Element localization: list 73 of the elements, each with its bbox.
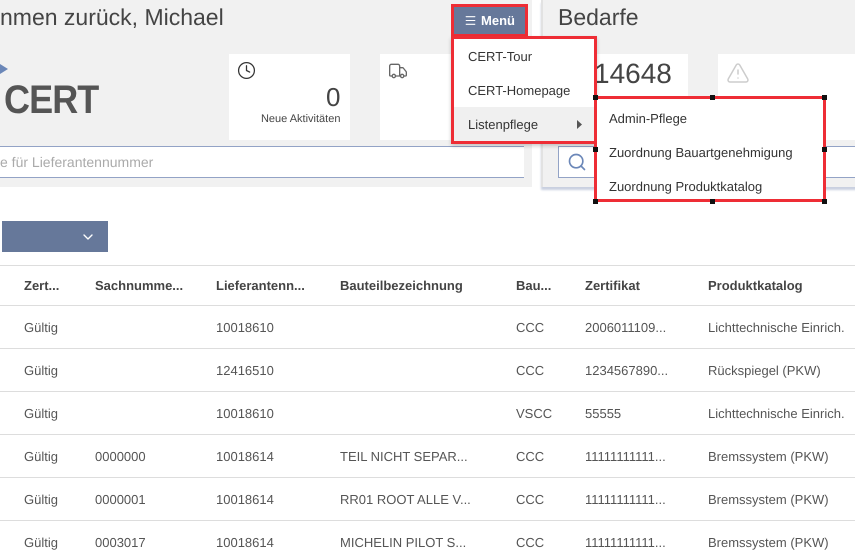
table-cell: CCC (516, 320, 544, 334)
table-cell: Gültig (24, 492, 58, 506)
table-cell: Gültig (24, 406, 58, 420)
search-field[interactable]: e für Lieferantennummer (0, 146, 524, 178)
column-header[interactable]: Bauteilbezeichnung (340, 266, 516, 306)
table-cell: Lichttechnische Einrich. (708, 406, 845, 420)
table-cell: MICHELIN PILOT S... (340, 534, 466, 550)
menu-item[interactable]: CERT-Homepage (454, 73, 594, 107)
welcome-heading: nmen zurück, Michael (0, 4, 224, 32)
table-cell: CCC (516, 448, 544, 464)
menu-icon (464, 14, 478, 27)
table-cell: 2006011109... (585, 320, 666, 334)
table-cell: 0000001 (95, 492, 146, 506)
table-cell: Gültig (24, 320, 58, 334)
table-cell: 11111111111... (585, 492, 666, 506)
table-cell: CCC (516, 362, 544, 378)
table-cell: RR01 ROOT ALLE V... (340, 492, 471, 506)
tile-value: 14648 (594, 60, 673, 88)
column-header[interactable]: Zertifikat (585, 266, 708, 306)
panel-title: Bedarfe (558, 4, 640, 32)
warning-icon (726, 61, 750, 85)
selection-handle[interactable] (822, 95, 827, 100)
table-cell: 10018614 (216, 534, 274, 550)
selection-handle[interactable] (710, 199, 715, 204)
cert-logo: CERT (4, 78, 98, 123)
menu-item[interactable]: Listenpflege (454, 107, 594, 141)
truck-icon (388, 61, 408, 81)
search-icon (567, 152, 587, 172)
table-cell: 11111111111... (585, 534, 666, 550)
table-cell: 0000000 (95, 448, 146, 464)
column-header[interactable]: Lieferantenn... (216, 266, 340, 306)
column-header[interactable]: Produktkatalog (708, 266, 855, 306)
table-cell: 11111111111... (585, 448, 666, 464)
menu-item[interactable]: CERT-Tour (454, 39, 594, 73)
table-cell: Bremssystem (PKW) (708, 448, 829, 464)
selection-handle[interactable] (710, 95, 715, 100)
column-header[interactable]: Sachnumme... (95, 266, 216, 306)
table-cell: Lichttechnische Einrich. (708, 320, 845, 334)
table-cell: Gültig (24, 534, 58, 550)
table-cell: Rückspiegel (PKW) (708, 362, 821, 378)
table-cell: 12416510 (216, 362, 274, 378)
table-cell: Bremssystem (PKW) (708, 534, 829, 550)
dropdown-button[interactable] (2, 221, 108, 252)
table-cell: 0003017 (95, 534, 146, 550)
table-cell: 55555 (585, 406, 622, 420)
table-cell: 1234567890... (585, 362, 668, 378)
column-header[interactable]: Zert... (0, 266, 95, 306)
table-cell: Gültig (24, 362, 58, 378)
triangle-icon (0, 64, 8, 74)
selection-handle[interactable] (822, 199, 827, 204)
clock-icon (236, 61, 256, 80)
menu-item[interactable]: Zuordnung Bauartgenehmigung (597, 135, 823, 169)
table-cell: Bremssystem (PKW) (708, 492, 829, 506)
table-cell: TEIL NICHT SEPAR... (340, 448, 468, 464)
table-cell: 10018610 (216, 320, 274, 334)
selection-handle[interactable] (593, 95, 598, 100)
stat-tile[interactable]: 0 Neue Aktivitäten (228, 54, 350, 140)
table-cell: Gültig (24, 448, 58, 464)
menu-item[interactable]: Zuordnung Produktkatalog (597, 169, 823, 203)
table-cell: 10018610 (216, 406, 274, 420)
table-cell: VSCC (516, 406, 552, 420)
selection-handle[interactable] (593, 199, 598, 204)
tile-label: Neue Aktivitäten (260, 113, 340, 125)
table-cell: 10018614 (216, 448, 274, 464)
table-cell: 10018614 (216, 492, 274, 506)
table-cell: CCC (516, 492, 544, 506)
menu-button[interactable]: Menü (451, 4, 528, 37)
column-header[interactable]: Bau... (516, 266, 585, 306)
selection-handle[interactable] (822, 147, 827, 152)
menu-item[interactable]: Admin-Pflege (597, 101, 823, 135)
table-cell: CCC (516, 534, 544, 550)
selection-handle[interactable] (593, 147, 598, 152)
tile-value: 0 (326, 84, 340, 110)
